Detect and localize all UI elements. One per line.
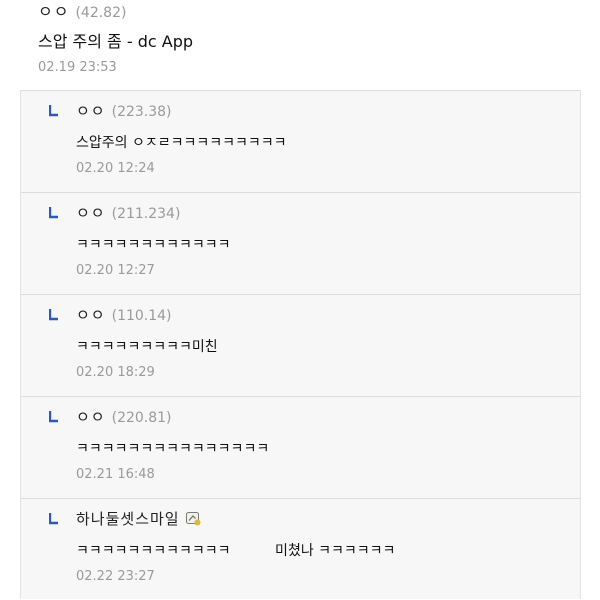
reply-author: 하나둘셋스마일 [76,509,201,529]
reply-author: ㅇㅇ (220.81) [76,407,172,428]
reply-arrow-icon [49,207,58,219]
comment-date: 02.19 23:53 [38,60,117,75]
reply-arrow-icon [49,105,58,117]
reply-nickname[interactable]: ㅇㅇ [76,204,106,222]
reply-arrow-icon [49,513,58,525]
reply-nickname[interactable]: 하나둘셋스마일 [76,510,180,528]
reply-ip: (223.38) [111,104,172,120]
comment-author: ㅇㅇ (42.82) [38,2,126,23]
reply-item: ㅇㅇ (220.81) ㅋㅋㅋㅋㅋㅋㅋㅋㅋㅋㅋㅋㅋㅋㅋ 02.21 16:48 [21,396,580,498]
reply-date: 02.22 23:27 [76,569,155,584]
reply-author: ㅇㅇ (223.38) [76,101,172,122]
comment-ip: (42.82) [75,5,127,21]
reply-author: ㅇㅇ (211.234) [76,203,180,224]
member-badge-icon [185,512,201,526]
reply-text: ㅋㅋㅋㅋㅋㅋㅋㅋㅋ미친 [76,339,218,355]
reply-item: ㅇㅇ (211.234) ㅋㅋㅋㅋㅋㅋㅋㅋㅋㅋㅋㅋ 02.20 12:27 [21,192,580,294]
reply-date: 02.20 18:29 [76,365,155,380]
reply-author: ㅇㅇ (110.14) [76,305,172,326]
comment-text: 스압 주의 좀 - dc App [38,32,194,51]
reply-arrow-icon [49,411,58,423]
reply-arrow-icon [49,309,58,321]
reply-nickname[interactable]: ㅇㅇ [76,102,106,120]
reply-ip: (110.14) [111,308,172,324]
reply-text: ㅋㅋㅋㅋㅋㅋㅋㅋㅋㅋㅋㅋㅋㅋㅋ [76,441,270,457]
reply-item: 하나둘셋스마일 ㅋㅋㅋㅋㅋㅋㅋㅋㅋㅋㅋㅋ 미쳤나 ㅋㅋㅋㅋㅋㅋ 02.22 23… [21,498,580,600]
reply-item: ㅇㅇ (110.14) ㅋㅋㅋㅋㅋㅋㅋㅋㅋ미친 02.20 18:29 [21,294,580,396]
reply-nickname[interactable]: ㅇㅇ [76,408,106,426]
reply-ip: (211.234) [111,206,181,222]
reply-ip: (220.81) [111,410,172,426]
reply-item: ㅇㅇ (223.38) 스압주의 ㅇㅈㄹㅋㅋㅋㅋㅋㅋㅋㅋㅋ 02.20 12:24 [21,90,580,192]
reply-text: ㅋㅋㅋㅋㅋㅋㅋㅋㅋㅋㅋㅋ [76,237,231,253]
comment-nickname[interactable]: ㅇㅇ [38,2,69,21]
reply-date: 02.21 16:48 [76,467,155,482]
reply-text: 스압주의 ㅇㅈㄹㅋㅋㅋㅋㅋㅋㅋㅋㅋ [76,135,287,151]
reply-date: 02.20 12:24 [76,161,155,176]
reply-list: ㅇㅇ (223.38) 스압주의 ㅇㅈㄹㅋㅋㅋㅋㅋㅋㅋㅋㅋ 02.20 12:24… [20,90,581,599]
reply-date: 02.20 12:27 [76,263,155,278]
reply-nickname[interactable]: ㅇㅇ [76,306,106,324]
main-comment: ㅇㅇ (42.82) 스압 주의 좀 - dc App 02.19 23:53 [0,0,600,90]
reply-text: ㅋㅋㅋㅋㅋㅋㅋㅋㅋㅋㅋㅋ 미쳤나 ㅋㅋㅋㅋㅋㅋ [76,543,396,559]
